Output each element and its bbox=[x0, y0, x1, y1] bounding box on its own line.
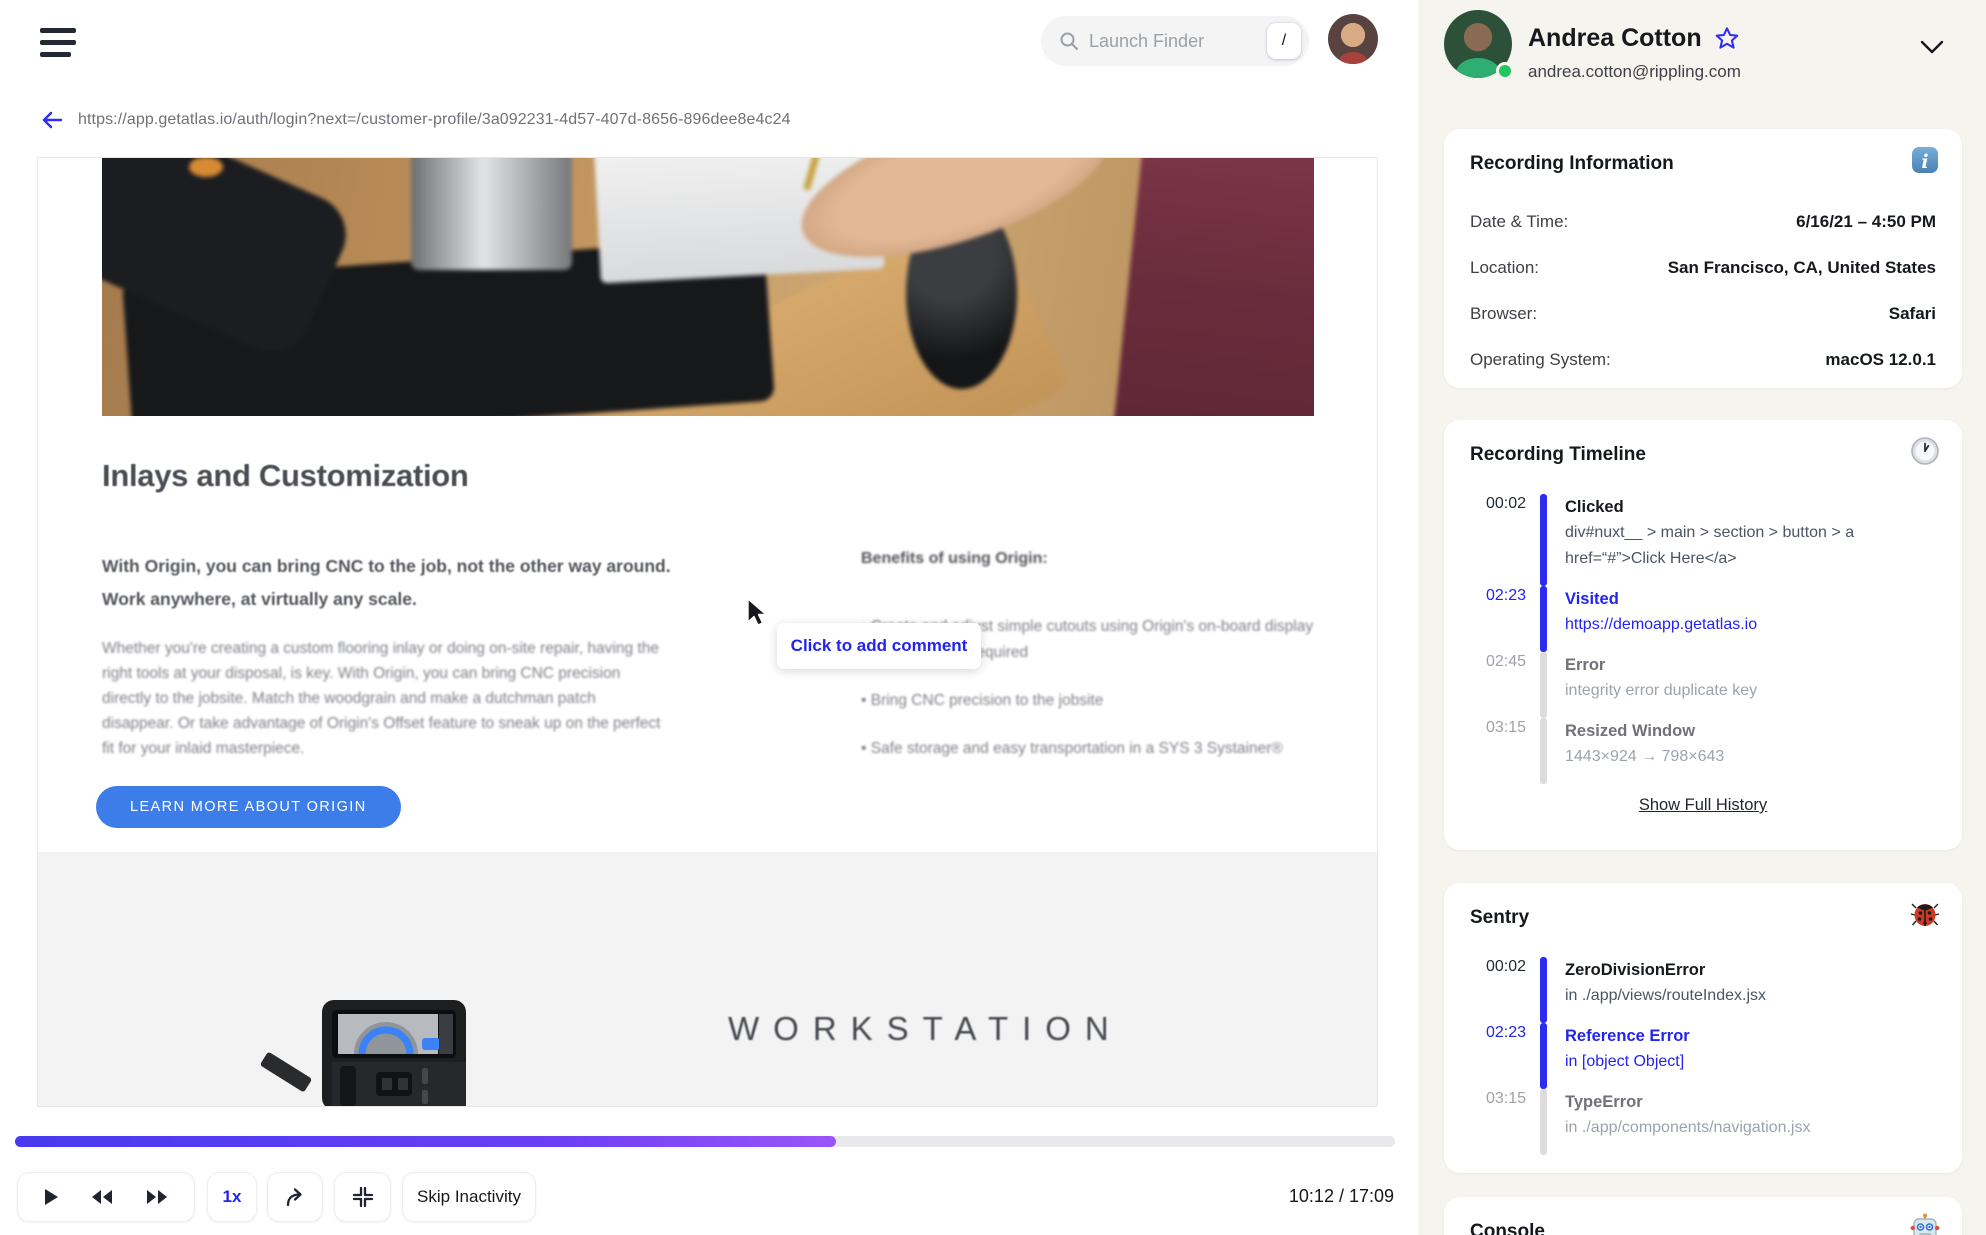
info-row: Location: San Francisco, CA, United Stat… bbox=[1470, 258, 1936, 277]
playback-speed-button[interactable]: 1x bbox=[207, 1172, 257, 1222]
timeline-event[interactable]: 03:15 Resized Window 1443×924 → 798×643 bbox=[1470, 718, 1936, 784]
playback-progress-fill bbox=[15, 1136, 837, 1147]
main-area: / https://app.getatlas.io/auth/login?nex… bbox=[0, 0, 1418, 1235]
benefits-title: Benefits of using Origin: bbox=[861, 550, 1048, 567]
lead-paragraph: With Origin, you can bring CNC to the jo… bbox=[102, 556, 671, 609]
user-email: andrea.cotton@rippling.com bbox=[1528, 62, 1741, 81]
card-title: Recording Information bbox=[1470, 153, 1674, 174]
benefit-item: Safe storage and easy transportation in … bbox=[861, 736, 1331, 762]
slash-shortcut-key: / bbox=[1267, 23, 1301, 59]
launch-finder-search[interactable]: / bbox=[1041, 16, 1309, 66]
show-full-history-link[interactable]: Show Full History bbox=[1639, 796, 1767, 815]
transport-controls bbox=[17, 1172, 195, 1222]
timeline-event[interactable]: 02:23 Visited https://demoapp.getatlas.i… bbox=[1470, 586, 1936, 652]
sentry-event[interactable]: 00:02 ZeroDivisionError in ./app/views/r… bbox=[1470, 957, 1936, 1023]
play-button[interactable] bbox=[42, 1187, 60, 1207]
benefit-item: Bring CNC precision to the jobsite bbox=[861, 688, 1331, 714]
share-button[interactable] bbox=[267, 1172, 323, 1222]
search-icon bbox=[1060, 32, 1078, 50]
hero-photo-woodworking bbox=[102, 158, 1314, 416]
recording-timeline-card: Recording Timeline 00:02 Clicked div#nux… bbox=[1444, 420, 1962, 850]
user-profile-header: Andrea Cotton andrea.cotton@rippling.com bbox=[1444, 10, 1960, 90]
event-marker-bar bbox=[1540, 494, 1547, 586]
card-title: Sentry bbox=[1470, 907, 1530, 928]
user-name: Andrea Cotton bbox=[1528, 24, 1702, 52]
console-card: Console bbox=[1444, 1197, 1962, 1235]
info-row: Operating System: macOS 12.0.1 bbox=[1470, 350, 1936, 369]
event-marker-bar bbox=[1540, 957, 1547, 1023]
event-marker-bar bbox=[1540, 718, 1547, 784]
session-replay-app: / https://app.getatlas.io/auth/login?nex… bbox=[0, 0, 1986, 1235]
chevron-down-icon[interactable] bbox=[1918, 38, 1946, 56]
current-user-avatar[interactable] bbox=[1328, 14, 1378, 64]
rewind-button[interactable] bbox=[89, 1188, 115, 1206]
info-row: Date & Time: 6/16/21 – 4:50 PM bbox=[1470, 212, 1936, 231]
playback-progress-bar[interactable] bbox=[15, 1136, 1395, 1147]
add-comment-tooltip[interactable]: Click to add comment bbox=[777, 623, 981, 669]
event-marker-bar bbox=[1540, 1023, 1547, 1089]
svg-text:i: i bbox=[1921, 151, 1928, 173]
mouse-cursor-icon bbox=[747, 598, 767, 626]
star-icon[interactable] bbox=[1714, 26, 1740, 52]
robot-icon bbox=[1910, 1213, 1940, 1235]
lower-page-band: WORKSTATION bbox=[38, 852, 1377, 1106]
share-arrow-icon bbox=[286, 1188, 302, 1207]
event-marker-bar bbox=[1540, 586, 1547, 652]
recording-video-frame[interactable]: Inlays and Customization With Origin, yo… bbox=[37, 157, 1378, 1107]
fast-forward-button[interactable] bbox=[144, 1188, 170, 1206]
event-marker-bar bbox=[1540, 652, 1547, 718]
info-icon: i bbox=[1912, 147, 1938, 173]
card-title: Console bbox=[1470, 1221, 1545, 1235]
recording-information-card: Recording Information i Date & Time: 6/1… bbox=[1444, 129, 1962, 388]
sentry-event[interactable]: 03:15 TypeError in ./app/components/navi… bbox=[1470, 1089, 1936, 1155]
timeline-event[interactable]: 02:45 Error integrity error duplicate ke… bbox=[1470, 652, 1936, 718]
body-paragraph: Whether you're creating a custom floorin… bbox=[102, 640, 661, 757]
search-input[interactable] bbox=[1089, 30, 1229, 52]
page-title: Inlays and Customization bbox=[102, 458, 469, 493]
timeline-event[interactable]: 00:02 Clicked div#nuxt__ > main > sectio… bbox=[1470, 494, 1936, 586]
sentry-event[interactable]: 02:23 Reference Error in [object Object] bbox=[1470, 1023, 1936, 1089]
workstation-wordmark: WORKSTATION bbox=[728, 1010, 1123, 1047]
details-sidebar: Andrea Cotton andrea.cotton@rippling.com… bbox=[1418, 0, 1986, 1235]
sentry-card: Sentry 00:02 ZeroDivisionError in ./app/… bbox=[1444, 883, 1962, 1173]
skip-inactivity-button[interactable]: Skip Inactivity bbox=[402, 1172, 536, 1222]
hamburger-menu-icon[interactable] bbox=[40, 28, 80, 60]
learn-more-button[interactable]: LEARN MORE ABOUT ORIGIN bbox=[96, 786, 401, 828]
clock-icon bbox=[1911, 437, 1939, 465]
workpiece-fragment bbox=[259, 1051, 313, 1093]
ladybug-icon bbox=[1910, 903, 1940, 926]
collapse-view-button[interactable] bbox=[334, 1172, 391, 1222]
address-bar: https://app.getatlas.io/auth/login?next=… bbox=[40, 108, 791, 132]
info-row: Browser: Safari bbox=[1470, 304, 1936, 323]
recorded-page-url: https://app.getatlas.io/auth/login?next=… bbox=[78, 111, 791, 128]
back-arrow-icon[interactable] bbox=[40, 108, 64, 132]
playback-time-display: 10:12 / 17:09 bbox=[1288, 1186, 1394, 1206]
card-title: Recording Timeline bbox=[1470, 444, 1646, 465]
event-marker-bar bbox=[1540, 1089, 1547, 1155]
workstation-product-image bbox=[322, 1000, 466, 1106]
online-status-dot bbox=[1496, 62, 1514, 80]
collapse-icon bbox=[352, 1186, 373, 1208]
